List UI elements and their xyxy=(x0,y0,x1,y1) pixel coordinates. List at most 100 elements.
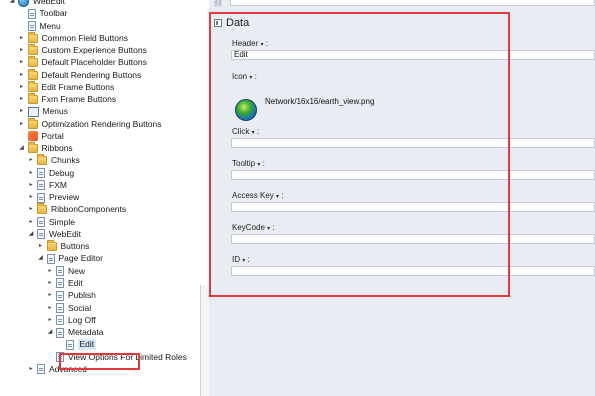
access-key-input[interactable] xyxy=(231,202,595,212)
collapse-arrow-icon[interactable]: ▸ xyxy=(18,119,26,130)
tree-node-label: Chunks xyxy=(51,155,80,166)
access-key-field-label: Access Key ▾ : xyxy=(232,191,284,200)
collapse-arrow-icon[interactable]: ▸ xyxy=(27,192,35,203)
folder-icon xyxy=(46,240,57,252)
collapse-arrow-icon[interactable]: ▸ xyxy=(46,315,54,326)
tree-node[interactable]: ▸ Publish xyxy=(46,290,96,301)
tree-node[interactable]: Toolbar xyxy=(18,8,68,19)
tree-node-label: Metadata xyxy=(68,327,104,338)
tree-node[interactable]: ▸ Edit xyxy=(46,278,83,289)
collapse-arrow-icon[interactable]: ▸ xyxy=(27,168,35,179)
tree-node[interactable]: ◢ WebEdit xyxy=(27,229,81,240)
collapse-section-icon[interactable] xyxy=(214,19,222,27)
collapse-arrow-icon[interactable]: ▸ xyxy=(18,94,26,105)
tree-node[interactable]: ▸ Custom Experience Buttons xyxy=(18,44,147,56)
tree-node-label: Toolbar xyxy=(39,8,68,19)
top-field[interactable] xyxy=(230,0,595,6)
tree-node[interactable]: ▸ Chunks xyxy=(27,154,80,166)
tree-node-label: Buttons xyxy=(60,241,90,252)
tree-node[interactable]: ▸ Preview xyxy=(27,192,79,203)
tree-node[interactable]: ▸ Buttons xyxy=(37,240,90,252)
tree-node[interactable]: ▸ Edit Frame Buttons xyxy=(18,80,115,93)
tree-node[interactable]: ▸ FXM xyxy=(27,180,67,191)
document-icon xyxy=(56,315,64,326)
tree-node[interactable]: ▸ Social xyxy=(46,303,91,314)
tree-node[interactable]: ▸ Default Rendering Buttons xyxy=(18,68,142,81)
collapse-arrow-icon[interactable]: ▸ xyxy=(18,106,26,117)
collapse-arrow-icon[interactable]: ▸ xyxy=(18,33,26,44)
folder-icon xyxy=(27,44,38,56)
expand-arrow-icon[interactable]: ◢ xyxy=(37,253,45,264)
tree-node[interactable]: ◢ WebEdit xyxy=(8,0,65,7)
tree-node[interactable]: ▸ Menus xyxy=(18,106,69,117)
tree-node[interactable]: ▸ RibbonComponents xyxy=(27,203,126,215)
tree-node[interactable]: ▸ Common Field Buttons xyxy=(18,31,128,44)
tree-node-label: Menu xyxy=(39,20,61,31)
tree-node[interactable]: ◢ Ribbons xyxy=(18,142,73,154)
collapse-arrow-icon[interactable]: ▸ xyxy=(27,155,35,166)
collapse-arrow-icon[interactable]: ▸ xyxy=(27,364,35,375)
tree-node-label: Optimization Rendering Buttons xyxy=(41,118,162,129)
link-icon: ⛓ xyxy=(213,0,224,7)
tree-node[interactable]: Edit xyxy=(56,339,97,351)
tree-node[interactable]: ▸ Simple xyxy=(27,217,75,228)
content-editor: ⛓ Data Header ▾ : Edit Icon ▾ : Network/… xyxy=(209,0,595,396)
tooltip-input[interactable] xyxy=(231,170,595,180)
tree-node[interactable]: View Options For Limited Roles xyxy=(46,352,187,363)
document-icon xyxy=(56,266,64,277)
earth-view-icon[interactable] xyxy=(235,99,257,121)
keycode-field-label: KeyCode ▾ : xyxy=(232,223,275,232)
document-icon xyxy=(37,229,45,240)
tree-node-label: Page Editor xyxy=(58,253,103,264)
tree-node-label: Default Rendering Buttons xyxy=(41,69,142,80)
tree-node[interactable]: ◢ Page Editor xyxy=(37,253,103,264)
collapse-arrow-icon[interactable]: ▸ xyxy=(18,82,26,93)
tree-node-label: Publish xyxy=(68,290,96,301)
collapse-arrow-icon[interactable]: ▸ xyxy=(27,204,35,215)
tree-node-label: Edit xyxy=(68,277,83,288)
tree-node[interactable]: ▸ New xyxy=(46,266,85,277)
folder-icon xyxy=(37,154,47,166)
collapse-arrow-icon[interactable]: ▸ xyxy=(46,303,54,314)
tree-node[interactable]: Portal xyxy=(18,131,64,142)
document-icon xyxy=(37,192,45,203)
id-input[interactable] xyxy=(231,266,595,276)
tree-node[interactable]: ▸ Advanced xyxy=(27,364,87,375)
portal-icon xyxy=(27,131,38,142)
section-header[interactable]: Data xyxy=(214,17,249,29)
id-field-label: ID ▾ : xyxy=(232,255,250,264)
tree-node[interactable]: ▸ Default Placeholder Buttons xyxy=(18,56,147,68)
collapse-arrow-icon[interactable]: ▸ xyxy=(46,290,54,301)
tree-node-label: Menus xyxy=(42,106,69,117)
click-field-label: Click ▾ : xyxy=(232,127,260,136)
collapse-arrow-icon[interactable]: ▸ xyxy=(46,278,54,289)
folder-icon xyxy=(27,117,38,129)
click-input[interactable] xyxy=(231,138,595,148)
tree-node[interactable]: ▸ Debug xyxy=(27,168,74,179)
header-input[interactable]: Edit xyxy=(231,50,595,60)
tree-node-label: WebEdit xyxy=(49,228,81,239)
tree-node-label: Edit Frame Buttons xyxy=(41,81,115,92)
tree-node[interactable]: Menu xyxy=(18,21,61,32)
document-icon xyxy=(27,8,36,19)
collapse-arrow-icon[interactable]: ▸ xyxy=(46,266,54,277)
collapse-arrow-icon[interactable]: ▸ xyxy=(27,217,35,228)
collapse-arrow-icon[interactable]: ▸ xyxy=(37,241,45,252)
keycode-input[interactable] xyxy=(231,234,595,244)
tree-node[interactable]: ▸ Fxm Frame Buttons xyxy=(18,93,116,105)
tree-scrollbar[interactable] xyxy=(200,285,209,396)
collapse-arrow-icon[interactable]: ▸ xyxy=(27,180,35,191)
data-section: Data Header ▾ : Edit Icon ▾ : Network/16… xyxy=(209,12,595,302)
globe-icon xyxy=(18,0,29,7)
tree-node[interactable]: ▸ Optimization Rendering Buttons xyxy=(18,117,162,130)
tree-node-label: Log Off xyxy=(68,314,96,325)
collapse-arrow-icon[interactable]: ▸ xyxy=(18,57,26,68)
expand-arrow-icon[interactable]: ◢ xyxy=(8,0,16,7)
expand-arrow-icon[interactable]: ◢ xyxy=(18,143,26,154)
tree-node[interactable]: ▸ Log Off xyxy=(46,315,96,326)
collapse-arrow-icon[interactable]: ▸ xyxy=(18,45,26,56)
collapse-arrow-icon[interactable]: ▸ xyxy=(18,70,26,81)
tree-node[interactable]: ◢ Metadata xyxy=(46,327,103,338)
expand-arrow-icon[interactable]: ◢ xyxy=(27,229,35,240)
expand-arrow-icon[interactable]: ◢ xyxy=(46,327,54,338)
